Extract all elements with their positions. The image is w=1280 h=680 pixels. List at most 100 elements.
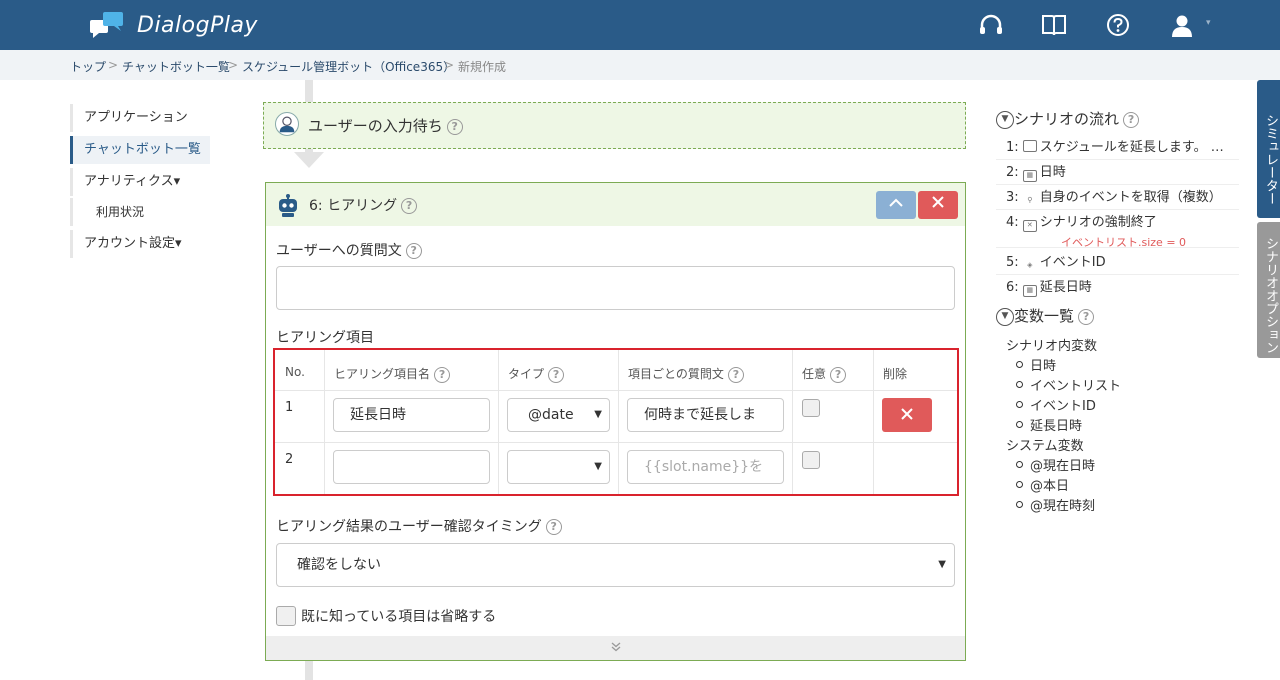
flow-connector: [305, 80, 313, 102]
optional-checkbox[interactable]: [802, 451, 820, 469]
headset-icon[interactable]: [978, 13, 1004, 37]
sidebar-item-chatbot-list[interactable]: チャットボット一覧: [70, 136, 210, 164]
breadcrumb-separator: >: [228, 58, 239, 72]
variable-item[interactable]: @本日: [1015, 475, 1069, 494]
hearing-items-table: No. ヒアリング項目名? タイプ? 項目ごとの質問文? 任意? 削除 1 延長…: [273, 348, 959, 496]
column-header-optional: 任意?: [802, 365, 847, 383]
delete-row-button[interactable]: [882, 398, 932, 432]
hearing-step-card: 6: ヒアリング? ユーザーへの質問文? ヒアリング項目 No. ヒアリング項目…: [265, 182, 966, 661]
help-icon[interactable]: ?: [545, 519, 562, 535]
user-menu-caret-icon[interactable]: ▾: [1206, 18, 1211, 28]
column-header-delete: 削除: [883, 367, 908, 381]
variable-item[interactable]: 延長日時: [1015, 415, 1082, 434]
help-icon[interactable]: ?: [548, 366, 565, 383]
variable-item[interactable]: 日時: [1015, 355, 1056, 374]
help-icon[interactable]: ?: [446, 118, 463, 135]
breadcrumb-bot[interactable]: スケジュール管理ボット（Office365）: [242, 58, 455, 75]
help-icon[interactable]: ?: [1078, 308, 1095, 325]
top-navbar: DialogPlay ▾: [0, 0, 1280, 50]
calendar-icon: ▦: [1022, 170, 1037, 182]
delete-step-button[interactable]: [918, 191, 958, 219]
item-name-input[interactable]: [333, 450, 490, 484]
simulator-tab[interactable]: シミュレーター: [1257, 80, 1280, 218]
book-icon[interactable]: [1041, 13, 1067, 37]
sidebar-item-analytics[interactable]: アナリティクス▾: [70, 168, 210, 196]
terminate-icon: ✕: [1022, 220, 1037, 232]
breadcrumb: トップ > チャットボット一覧 > スケジュール管理ボット（Office365）…: [0, 50, 1280, 80]
flow-arrow-icon: [294, 152, 324, 168]
brand-name[interactable]: DialogPlay: [137, 13, 258, 38]
collapse-button[interactable]: [876, 191, 916, 219]
breadcrumb-top[interactable]: トップ: [70, 58, 106, 75]
table-divider: [275, 390, 957, 391]
help-icon[interactable]: ?: [1123, 111, 1140, 128]
help-icon[interactable]: ?: [830, 366, 847, 383]
scenario-vars-label: シナリオ内変数: [1006, 339, 1098, 354]
flow-connector: [305, 661, 313, 680]
select-caret-icon: ▼: [594, 409, 602, 420]
item-question-input[interactable]: 何時まで延長しま: [627, 398, 784, 432]
variable-item[interactable]: @現在時刻: [1015, 495, 1095, 514]
flow-item[interactable]: 5: ◈ イベントID: [996, 250, 1239, 275]
scenario-flow-header[interactable]: ▼ シナリオの流れ?: [996, 108, 1140, 129]
flow-item[interactable]: 1: スケジュールを延長します。 …: [996, 135, 1239, 160]
flow-item[interactable]: 2: ▦ 日時: [996, 160, 1239, 185]
variable-item[interactable]: イベントリスト: [1015, 375, 1121, 394]
card-title: 6: ヒアリング?: [309, 195, 418, 215]
question-label: ユーザーへの質問文?: [276, 240, 422, 260]
robot-icon: [279, 194, 297, 217]
help-icon[interactable]: ?: [405, 243, 422, 259]
help-icon[interactable]: [1105, 13, 1131, 37]
card-header: 6: ヒアリング?: [266, 183, 965, 226]
sidebar-item-usage[interactable]: 利用状況: [70, 198, 210, 226]
logo-icon: [90, 12, 123, 38]
breadcrumb-current: 新規作成: [458, 60, 507, 74]
type-select[interactable]: ▼: [507, 450, 610, 484]
help-icon[interactable]: ?: [434, 366, 451, 383]
chevron-up-icon: [889, 198, 903, 207]
breadcrumb-chatbot-list[interactable]: チャットボット一覧: [122, 58, 230, 75]
system-vars-label: システム変数: [1006, 439, 1084, 454]
item-name-input[interactable]: 延長日時: [333, 398, 490, 432]
tag-icon: ◈: [1027, 261, 1033, 269]
select-caret-icon: ▼: [594, 461, 602, 472]
skip-known-label[interactable]: 既に知っている項目は省略する: [301, 606, 496, 626]
question-textarea[interactable]: [276, 266, 955, 310]
timing-select[interactable]: 確認をしない ▼: [276, 543, 955, 587]
link-icon: ⚲: [1027, 196, 1033, 204]
item-question-input[interactable]: {{slot.name}}を: [627, 450, 784, 484]
help-icon[interactable]: ?: [401, 198, 418, 214]
skip-known-checkbox[interactable]: [276, 606, 296, 626]
close-icon: [901, 408, 913, 420]
flow-item[interactable]: 6: ▦ 延長日時: [996, 275, 1239, 300]
variables-header[interactable]: ▼ 変数一覧?: [996, 305, 1095, 326]
wait-for-input-node[interactable]: ユーザーの入力待ち?: [263, 102, 966, 149]
table-divider: [275, 442, 957, 443]
help-icon[interactable]: ?: [727, 366, 744, 383]
flow-item[interactable]: 4: ✕ シナリオの強制終了 イベントリスト.size = 0: [996, 210, 1239, 249]
type-select[interactable]: @date ▼: [507, 398, 610, 432]
scenario-options-tab[interactable]: シナリオオプション: [1257, 222, 1280, 358]
speech-bubble-icon: [1022, 140, 1037, 152]
column-header-item-name: ヒアリング項目名?: [334, 365, 451, 383]
variable-item[interactable]: イベントID: [1016, 395, 1096, 414]
select-caret-icon: ▼: [938, 559, 946, 570]
breadcrumb-separator: >: [108, 58, 119, 72]
expand-footer[interactable]: [266, 636, 965, 660]
user-icon[interactable]: [1169, 13, 1195, 37]
column-header-question: 項目ごとの質問文?: [628, 365, 744, 383]
double-chevron-down-icon: [611, 642, 620, 652]
chevron-down-icon: ▼: [996, 307, 1014, 326]
sidebar-item-applications[interactable]: アプリケーション: [70, 104, 210, 132]
optional-checkbox[interactable]: [802, 399, 820, 417]
calendar-icon: ▦: [1022, 285, 1037, 297]
variable-item[interactable]: @現在日時: [1015, 455, 1095, 474]
column-header-type: タイプ?: [508, 365, 565, 383]
chevron-down-icon: ▼: [996, 110, 1014, 129]
sidebar-item-account-settings[interactable]: アカウント設定▾: [70, 230, 210, 258]
flow-item[interactable]: 3: ⚲ 自身のイベントを取得（複数）: [996, 185, 1239, 210]
row-number: 2: [285, 452, 294, 467]
hearing-items-label: ヒアリング項目: [276, 330, 374, 346]
wait-node-title: ユーザーの入力待ち?: [308, 115, 463, 136]
breadcrumb-separator: >: [444, 58, 455, 72]
